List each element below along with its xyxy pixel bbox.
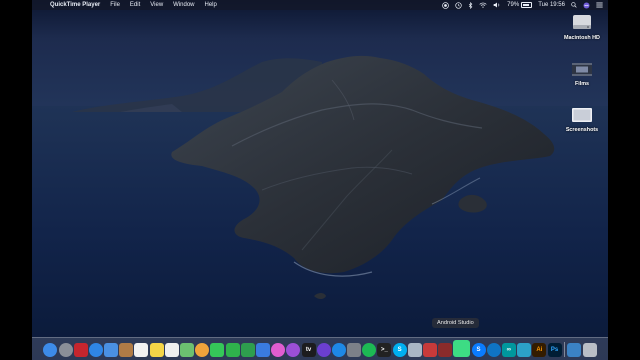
desktop-icon-label: Films: [574, 81, 590, 87]
menu-edit[interactable]: Edit: [125, 0, 145, 10]
dock: tv >_ S S ∞ Ai Ps: [32, 337, 608, 360]
spotlight-search-icon[interactable]: [568, 2, 580, 8]
notification-center-icon[interactable]: [593, 2, 608, 8]
keynote-icon[interactable]: [255, 342, 270, 357]
terminal-icon[interactable]: >_: [377, 342, 392, 357]
arduino-icon[interactable]: ∞: [501, 342, 516, 357]
menu-app-name[interactable]: QuickTime Player: [45, 0, 105, 10]
photoshop-icon[interactable]: Ps: [547, 342, 562, 357]
dock-separator: [564, 342, 565, 357]
mail-icon[interactable]: [104, 342, 119, 357]
menu-file[interactable]: File: [105, 0, 125, 10]
numbers-icon[interactable]: [240, 342, 255, 357]
facetime-icon[interactable]: [225, 342, 240, 357]
photo-booth-icon[interactable]: [73, 342, 88, 357]
calendar-icon[interactable]: [134, 342, 149, 357]
spotify-icon[interactable]: [362, 342, 377, 357]
photoshop-plugin-icon[interactable]: [423, 342, 437, 357]
screenshots-folder-icon: [572, 108, 592, 122]
desktop-icon-films[interactable]: Films: [554, 60, 608, 87]
hard-drive-icon: [573, 15, 591, 29]
desktop-icon-label: Screenshots: [565, 127, 599, 133]
menu-view[interactable]: View: [145, 0, 168, 10]
dock-tooltip: Android Studio: [432, 318, 479, 328]
menu-window[interactable]: Window: [168, 0, 199, 10]
reminders-icon[interactable]: [164, 342, 179, 357]
finder-icon[interactable]: [43, 342, 58, 357]
status-area: 79% Tue 19:56: [439, 0, 608, 10]
launchpad-icon[interactable]: [58, 342, 73, 357]
android-studio-icon[interactable]: [453, 339, 471, 357]
desktop-wallpaper: [32, 0, 608, 360]
film-folder-icon: [572, 63, 592, 76]
illustrator-icon[interactable]: Ai: [532, 342, 547, 357]
desktop-icon-macintosh-hd[interactable]: Macintosh HD: [554, 14, 608, 41]
desktop-icon-label: Macintosh HD: [564, 35, 600, 41]
notes-icon[interactable]: [149, 342, 164, 357]
time-machine-icon[interactable]: [452, 1, 465, 9]
vpn-icon[interactable]: [517, 342, 532, 357]
maps-icon[interactable]: [180, 342, 194, 357]
wifi-icon[interactable]: [476, 2, 490, 8]
game-icon[interactable]: [438, 342, 453, 357]
contacts-icon[interactable]: [119, 342, 134, 357]
apple-tv-icon[interactable]: tv: [301, 342, 316, 357]
system-preferences-icon[interactable]: [347, 342, 362, 357]
app-store-icon[interactable]: [331, 342, 346, 357]
shazam-icon[interactable]: S: [471, 342, 486, 357]
menu-help[interactable]: Help: [200, 0, 222, 10]
downloads-stack-icon[interactable]: [567, 342, 582, 357]
photos-icon[interactable]: [195, 342, 210, 357]
screen-recording-icon[interactable]: [439, 1, 452, 9]
desktop-icon-screenshots[interactable]: Screenshots: [554, 106, 608, 133]
menu-bar: QuickTime Player File Edit View Window H…: [32, 0, 608, 10]
battery-status[interactable]: 79%: [504, 0, 535, 10]
webex-icon[interactable]: [486, 342, 501, 357]
podcasts-icon[interactable]: [286, 342, 301, 357]
preview-icon[interactable]: [407, 342, 422, 357]
imovie-icon[interactable]: [316, 342, 331, 357]
bluetooth-icon[interactable]: [465, 1, 476, 9]
skype-icon[interactable]: S: [392, 342, 407, 357]
safari-icon[interactable]: [88, 342, 103, 357]
itunes-icon[interactable]: [271, 342, 286, 357]
desktop[interactable]: QuickTime Player File Edit View Window H…: [32, 0, 608, 360]
siri-icon[interactable]: [580, 1, 593, 9]
battery-percent: 79%: [507, 2, 520, 8]
battery-icon: [521, 2, 533, 8]
clock[interactable]: Tue 19:56: [535, 0, 568, 10]
messages-icon[interactable]: [210, 342, 225, 357]
volume-icon[interactable]: [490, 2, 504, 8]
trash-icon[interactable]: [582, 342, 597, 357]
